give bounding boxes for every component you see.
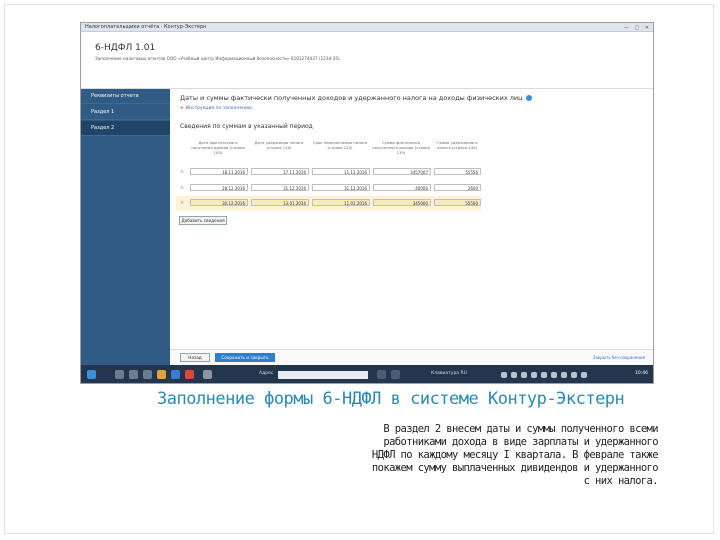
sidebar-item-section-1[interactable]: Раздел 1 [81,105,170,120]
slide-body-line: с них налога. [583,475,659,487]
tray-icon[interactable] [551,372,557,378]
save-and-close-button[interactable]: Сохранить и закрыть [215,353,275,362]
tray-icon[interactable] [571,372,577,378]
form-header: 6-НДФЛ 1.01 Заполнение налоговых агентов… [81,32,653,89]
browser-icon[interactable] [171,370,180,379]
tax-sum-field[interactable]: 55500 [434,199,481,206]
slide-body-line: покажем сумму выплаченных дивидендов и у… [371,462,659,474]
form-footer: Назад Сохранить и закрыть Закрыть без со… [170,349,653,366]
transfer-deadline-field[interactable]: 11.11.2016 [312,168,370,175]
instruction-link-label: Инструкция по заполнению [185,106,252,111]
column-header: Дата удержания налога (строка 110) [254,140,304,150]
tax-sum-field[interactable]: 2600 [434,184,481,191]
date-income-field[interactable]: 30.12.2016 [190,199,248,206]
app-icon[interactable] [115,370,124,379]
address-input[interactable] [278,371,368,379]
date-withheld-field[interactable]: 31.12.2016 [251,184,309,191]
add-record-button[interactable]: Добавить сведения [179,216,227,225]
column-header: Дата фактического получения дохода (стро… [191,140,245,155]
date-income-field[interactable]: 28.12.2016 [190,184,248,191]
form-title: 6-НДФЛ 1.01 [95,43,156,53]
table-row: × 30.12.2016 13.01.2016 11.01.2016 34500… [176,196,481,211]
close-without-saving-link[interactable]: Закрыть без сохранения [593,355,645,360]
income-sum-field[interactable]: 3457007 [373,168,431,175]
app-icon[interactable] [377,370,386,379]
sidebar-item-section-2[interactable]: Раздел 2 [81,121,170,136]
app-icon[interactable] [391,370,400,379]
tray-icon[interactable] [501,372,507,378]
section-title: Даты и суммы фактически полученных доход… [180,94,532,102]
start-icon[interactable] [87,370,96,379]
tray-icon[interactable] [531,372,537,378]
tray-icon[interactable] [511,372,517,378]
sidebar-item-label: Реквизиты отчета [91,93,139,99]
tax-sum-field[interactable]: 55556 [434,168,481,175]
back-button[interactable]: Назад [180,353,210,362]
slide-body-line: работниками дохода в виде зарплаты и уде… [383,436,658,448]
form-subtitle: Заполнение налоговых агентов ООО «Учебны… [95,56,340,61]
column-header: Сумма удержанного налога (строка 140) [436,140,478,150]
tray-icon[interactable] [561,372,567,378]
window-title: Налогоплательщики отчёта · Контур-Экстер… [85,24,207,30]
slide-body: В раздел 2 внесем даты и суммы полученно… [256,423,659,488]
app-icon[interactable] [129,370,138,379]
screenshot-window: Налогоплательщики отчёта · Контур-Экстер… [80,22,654,384]
tray-icon[interactable] [581,372,587,378]
app-icon[interactable] [203,370,212,379]
transfer-deadline-field[interactable]: 31.12.2016 [312,184,370,191]
plus-icon: + [180,106,184,111]
delete-row-icon[interactable]: × [180,169,184,175]
date-withheld-field[interactable]: 17.11.2016 [251,168,309,175]
sidebar: Реквизиты отчета Раздел 1 Раздел 2 [81,89,170,365]
sidebar-item-label: Раздел 2 [91,125,115,131]
sidebar-item-requisites[interactable]: Реквизиты отчета [81,89,170,104]
income-sum-field[interactable]: 40000 [373,184,431,191]
column-header: Сумма фактически полученного дохода (стр… [372,140,430,155]
main-content: Даты и суммы фактически полученных доход… [170,89,653,349]
folder-icon[interactable] [157,370,166,379]
instruction-link[interactable]: + Инструкция по заполнению [180,106,252,111]
taskbar-clock: 10:46 [635,371,648,376]
tray-icon[interactable] [541,372,547,378]
address-label: Адрес [259,371,274,376]
window-titlebar: Налогоплательщики отчёта · Контур-Экстер… [81,23,653,32]
slide-body-line: НДФЛ по каждому месяцу I квартала. В фев… [371,449,659,461]
sidebar-item-label: Раздел 1 [91,109,115,115]
slide-body-line: В раздел 2 внесем даты и суммы полученно… [383,423,658,435]
date-withheld-field[interactable]: 13.01.2016 [251,199,309,206]
table-row: × 28.12.2016 31.12.2016 31.12.2016 40000… [176,181,481,196]
table-row: × 18.11.2016 17.11.2016 11.11.2016 34570… [176,165,481,180]
delete-row-icon[interactable]: × [180,185,184,191]
tray-icon[interactable] [521,372,527,378]
section-subtitle: Сведения по суммам в указанный период [180,123,313,130]
taskbar: Адрес Клавиатура RU 10:46 [81,365,653,383]
app-icon[interactable] [185,370,194,379]
column-header: Срок перечисления налога (строка 120) [312,140,368,150]
app-icon[interactable] [143,370,152,379]
section-title-text: Даты и суммы фактически полученных доход… [180,94,523,102]
date-income-field[interactable]: 18.11.2016 [190,168,248,175]
help-icon[interactable] [525,95,532,101]
delete-row-icon[interactable]: × [180,200,184,206]
income-sum-field[interactable]: 345000 [373,199,431,206]
keyboard-layout-label: Клавиатура RU [431,371,467,376]
slide-title: Заполнение формы 6-НДФЛ в системе Контур… [157,389,625,409]
transfer-deadline-field[interactable]: 11.01.2016 [312,199,370,206]
